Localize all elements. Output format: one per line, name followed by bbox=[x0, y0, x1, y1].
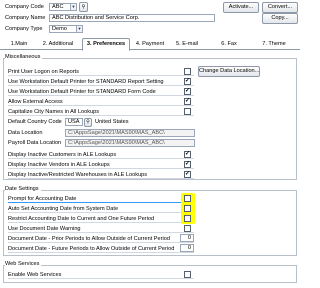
convert-button[interactable]: Convert... bbox=[262, 2, 298, 13]
prior-periods-input[interactable]: 0 bbox=[180, 234, 194, 242]
change-data-location-button[interactable]: Change Data Location... bbox=[198, 66, 260, 77]
inactive-vendors-checkbox[interactable]: ✓ bbox=[184, 161, 191, 168]
inactive-customers-checkbox[interactable]: ✓ bbox=[184, 151, 191, 158]
chevron-down-icon[interactable]: ▼ bbox=[76, 26, 82, 32]
copy-button[interactable]: Copy... bbox=[262, 13, 298, 24]
list-item: Restrict Accounting Date to Current and … bbox=[8, 215, 194, 223]
list-item: Capitalize City Names in All Lookups bbox=[8, 108, 194, 116]
allow-external-access-checkbox[interactable]: ✓ bbox=[184, 98, 191, 105]
data-location-value: C:\AppsSage\2021\MAS90\MAS_ABC\ bbox=[68, 130, 165, 136]
tab-theme[interactable]: 7. Theme bbox=[256, 39, 292, 50]
list-item: Print User Logon on Reports bbox=[8, 68, 194, 76]
enable-web-services-checkbox[interactable] bbox=[184, 271, 191, 278]
list-item: Document Date - Future Periods to Allow … bbox=[8, 245, 194, 253]
date-settings-title: Date Settings bbox=[5, 186, 41, 192]
workstation-report-printer-checkbox[interactable]: ✓ bbox=[184, 78, 191, 85]
future-periods-input[interactable]: 0 bbox=[180, 244, 194, 252]
list-item: Prompt for Accounting Date bbox=[8, 195, 194, 203]
company-name-value: ABC Distribution and Service Corp. bbox=[52, 15, 140, 21]
auto-set-accounting-date-checkbox[interactable] bbox=[184, 205, 191, 212]
tab-main[interactable]: 1.Main bbox=[4, 39, 34, 50]
list-item: Use Workstation Default Printer for STAN… bbox=[8, 88, 194, 96]
company-code-value: ABC bbox=[52, 4, 64, 10]
payroll-location-value: C:\AppsSage\2021\MAS90\MAS_ABC\ bbox=[68, 140, 165, 146]
data-location-field: C:\AppsSage\2021\MAS90\MAS_ABC\ bbox=[65, 129, 195, 137]
chevron-down-icon[interactable]: ▼ bbox=[70, 4, 76, 10]
payroll-location-field: C:\AppsSage\2021\MAS90\MAS_ABC\ bbox=[65, 139, 195, 147]
company-name-input[interactable]: ABC Distribution and Service Corp. bbox=[49, 14, 215, 22]
company-lookup-button[interactable]: ⚲ bbox=[79, 2, 88, 12]
company-type-label: Company Type bbox=[5, 26, 43, 32]
tab-preferences[interactable]: 3. Preferences bbox=[82, 38, 130, 51]
prior-periods-value: 0 bbox=[187, 235, 191, 241]
default-country-label: Default Country Code bbox=[8, 119, 62, 125]
activate-button[interactable]: Activate... bbox=[223, 2, 259, 13]
list-item: Allow External Access bbox=[8, 98, 194, 106]
list-item: Use Document Date Warning bbox=[8, 225, 194, 233]
company-type-value: Demo bbox=[52, 26, 67, 32]
company-code-label: Company Code bbox=[5, 4, 44, 10]
list-item: Auto Set Accounting Date from System Dat… bbox=[8, 205, 194, 213]
tab-email[interactable]: 5. E-mail bbox=[170, 39, 204, 50]
tab-payment[interactable]: 4. Payment bbox=[132, 39, 168, 50]
future-periods-value: 0 bbox=[187, 245, 191, 251]
default-country-code: USA bbox=[68, 119, 80, 125]
miscellaneous-title: Miscellaneous bbox=[5, 54, 43, 60]
default-country-name: United States bbox=[95, 119, 129, 125]
payroll-location-label: Payroll Data Location bbox=[8, 140, 62, 146]
data-location-label: Data Location bbox=[8, 130, 43, 136]
workstation-form-printer-checkbox[interactable]: ✓ bbox=[184, 88, 191, 95]
list-item: Display Inactive Customers in ALE Lookup… bbox=[8, 151, 194, 159]
tab-additional[interactable]: 2. Additional bbox=[36, 39, 80, 50]
list-item: Use Workstation Default Printer for STAN… bbox=[8, 78, 194, 86]
lookup-icon: ⚲ bbox=[81, 4, 86, 10]
country-lookup-button[interactable]: ⚲ bbox=[84, 118, 92, 127]
inactive-warehouses-checkbox[interactable]: ✓ bbox=[184, 171, 191, 178]
capitalize-city-names-checkbox[interactable] bbox=[184, 108, 191, 115]
list-item: Display Inactive/Restricted Warehouses i… bbox=[8, 171, 194, 179]
list-item: Display Inactive Vendors in ALE Lookups bbox=[8, 161, 194, 169]
tab-fax[interactable]: 6. Fax bbox=[214, 39, 244, 50]
document-date-warning-checkbox[interactable] bbox=[184, 225, 191, 232]
company-code-input[interactable]: ABC ▼ bbox=[49, 3, 77, 11]
prompt-accounting-date-checkbox[interactable] bbox=[184, 195, 191, 202]
lookup-icon: ⚲ bbox=[86, 119, 90, 125]
list-item: Enable Web Services bbox=[8, 271, 194, 279]
company-type-select[interactable]: Demo ▼ bbox=[49, 25, 83, 33]
web-services-title: Web Services bbox=[5, 261, 42, 267]
default-country-input[interactable]: USA bbox=[65, 118, 83, 126]
list-item: Document Date - Prior Periods to Allow O… bbox=[8, 235, 194, 243]
company-name-label: Company Name bbox=[5, 15, 46, 21]
restrict-accounting-date-checkbox[interactable] bbox=[184, 215, 191, 222]
print-user-logon-checkbox[interactable] bbox=[184, 68, 191, 75]
